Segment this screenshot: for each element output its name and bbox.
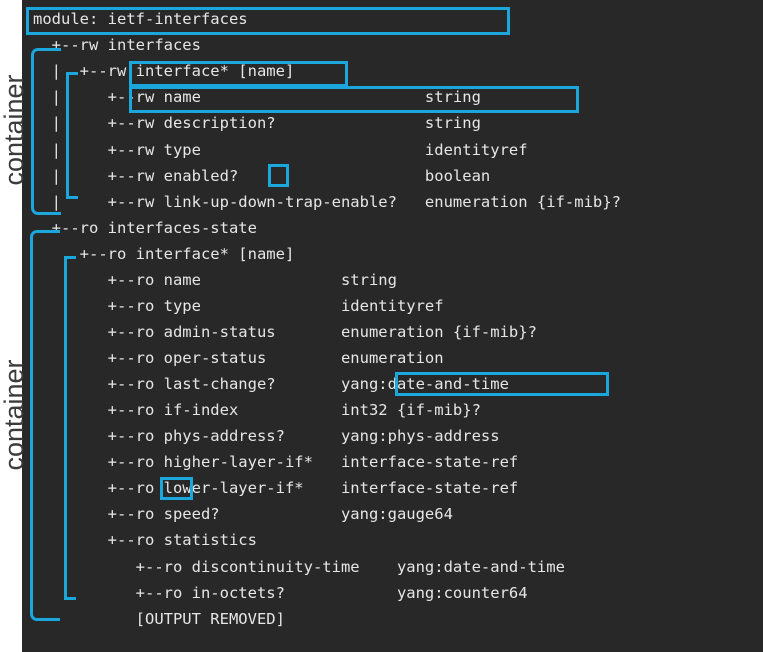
tree-line-discontinuity: +--ro discontinuity-time yang:date-and-t… [33,558,565,576]
tree-line-ro-type: +--ro type identityref [33,297,444,315]
highlight-module [26,7,510,35]
tree-line-admin-status: +--ro admin-status enumeration {if-mib}? [33,323,537,341]
tree-line-ro-name: +--ro name string [33,271,397,289]
tree-line-if-index: +--ro if-index int32 {if-mib}? [33,401,481,419]
bracket-config-container [31,48,61,215]
highlight-date-type [395,372,609,396]
tree-line-link-up-down: | +--rw link-up-down-trap-enable? enumer… [33,193,621,211]
tree-line-speed: +--ro speed? yang:gauge64 [33,505,453,523]
yang-tree-figure: module: ietf-interfaces +--rw interfaces… [0,0,763,652]
tree-line-description: | +--rw description? string [33,114,481,132]
highlight-ro-marker [160,477,193,500]
bracket-state-list [64,256,76,600]
tree-line-enabled: | +--rw enabled? boolean [33,167,491,185]
tree-line-interfaces-state: +--ro interfaces-state [33,219,257,237]
tree-line-output-removed: [OUTPUT REMOVED] [33,610,285,628]
highlight-optional-mark [268,164,289,187]
highlight-interface-list [129,61,348,87]
highlight-name-leaf [129,86,579,113]
tree-line-type: | +--rw type identityref [33,141,528,159]
bracket-config-list [66,72,78,199]
container-label-top: container [0,74,29,186]
tree-line-oper-status: +--ro oper-status enumeration [33,349,444,367]
tree-line-lower-layer-if: +--ro lower-layer-if* interface-state-re… [33,479,519,497]
tree-line-in-octets: +--ro in-octets? yang:counter64 [33,584,528,602]
tree-line-higher-layer-if: +--ro higher-layer-if* interface-state-r… [33,453,519,471]
tree-line-phys-address: +--ro phys-address? yang:phys-address [33,427,500,445]
container-label-bottom: container [0,359,29,471]
bracket-state-container [30,230,60,621]
